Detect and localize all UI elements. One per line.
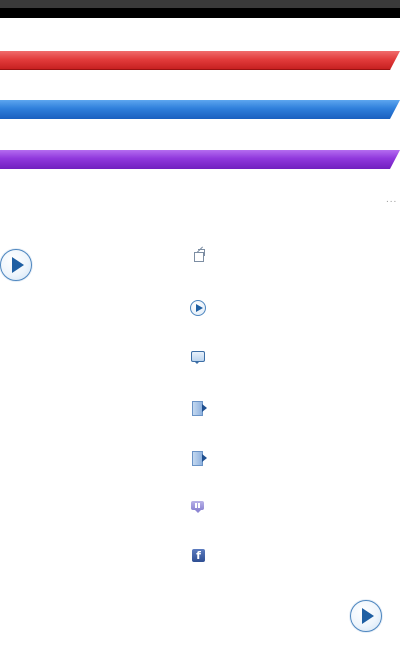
blue-banner[interactable] (0, 100, 400, 119)
document-play-icon[interactable] (190, 450, 207, 466)
external-link-icon[interactable] (190, 246, 206, 264)
document-play-icon[interactable] (190, 400, 207, 416)
document-play-arrow (202, 404, 207, 412)
page: ... f (0, 0, 400, 650)
facebook-icon[interactable]: f (190, 548, 206, 564)
more-dots-icon[interactable]: ... (386, 194, 400, 206)
play-button-right[interactable] (350, 600, 382, 632)
play-icon[interactable] (190, 300, 206, 316)
chat-bubble (191, 501, 204, 510)
purple-banner[interactable] (0, 150, 400, 169)
comment-tail (194, 361, 200, 364)
facebook-glyph: f (192, 549, 205, 562)
document-play-arrow (202, 454, 207, 462)
red-banner[interactable] (0, 51, 400, 70)
top-bar-stripe (0, 0, 400, 8)
chat-bubble-icon[interactable] (190, 499, 206, 515)
comment-icon[interactable] (190, 349, 206, 365)
play-button-left[interactable] (0, 249, 32, 281)
chat-bubble-tail (195, 510, 201, 513)
top-navigation-bar (0, 0, 400, 18)
